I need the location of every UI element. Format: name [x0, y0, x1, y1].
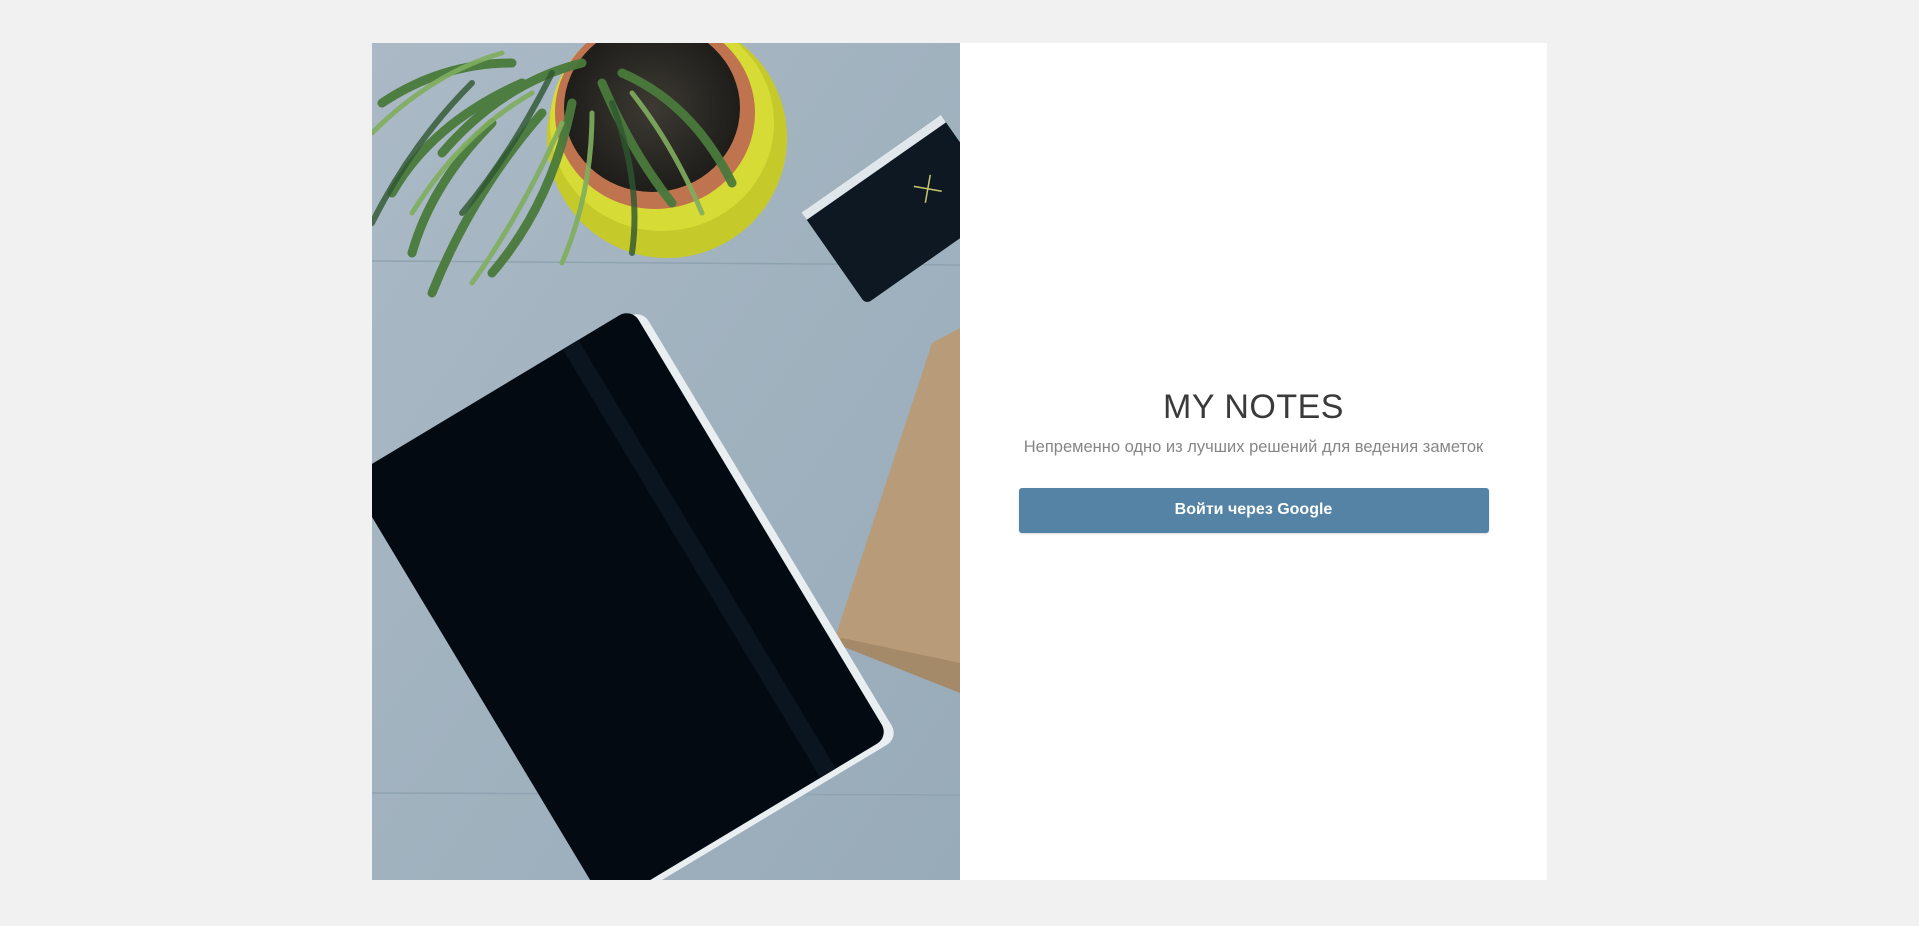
login-panel: MY NOTES Непременно одно из лучших решен… [960, 43, 1547, 880]
login-content: MY NOTES Непременно одно из лучших решен… [1018, 386, 1489, 533]
google-login-button[interactable]: Войти через Google [1018, 487, 1489, 533]
hero-photo [372, 43, 960, 880]
login-card: MY NOTES Непременно одно из лучших решен… [372, 43, 1547, 880]
app-tagline: Непременно одно из лучших решений для ве… [1023, 437, 1484, 456]
app-title: MY NOTES [1163, 387, 1344, 426]
